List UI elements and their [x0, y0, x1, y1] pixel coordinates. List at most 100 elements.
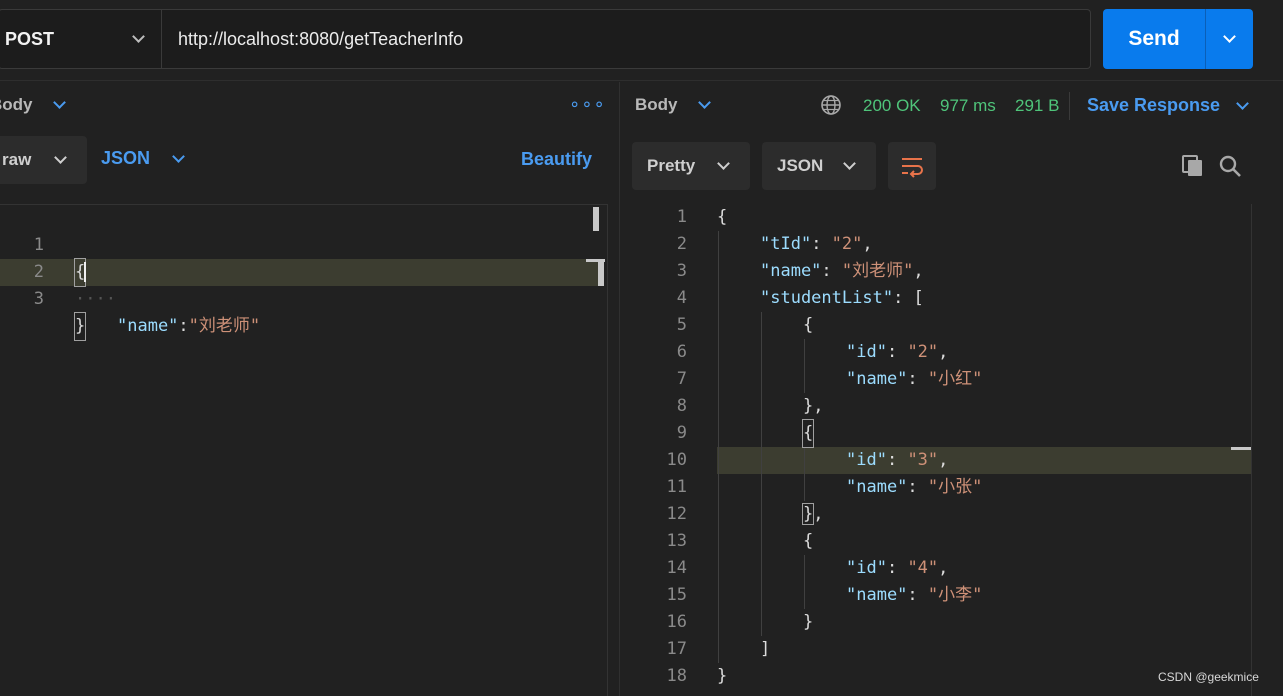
chevron-down-icon: [54, 151, 67, 164]
chevron-down-icon: [697, 96, 711, 109]
search-icon[interactable]: [1218, 154, 1242, 178]
line-number: 3: [676, 261, 687, 281]
send-button-group: Send: [1103, 9, 1253, 69]
line-number: 17: [666, 639, 687, 659]
json-bracket: ]: [760, 639, 771, 659]
save-response-button[interactable]: Save Response: [1087, 95, 1249, 116]
code-text: "name": "小张": [846, 477, 983, 497]
line-number: 11: [666, 477, 687, 497]
indent-guide: [718, 231, 719, 663]
body-mode-select[interactable]: raw: [0, 136, 87, 184]
viewer-scrollbar-track[interactable]: [1251, 204, 1252, 696]
response-pane: Body 200 OK 977 ms 291 B Save Response P…: [621, 82, 1283, 696]
wrap-lines-button[interactable]: [888, 142, 936, 190]
whitespace-marker: ····: [75, 289, 116, 309]
beautify-button[interactable]: Beautify: [521, 149, 592, 170]
line-number: 18: [666, 666, 687, 686]
current-line-highlight: [717, 447, 1252, 474]
wrap-lines-icon: [902, 158, 923, 178]
code-text: "name": "小李": [846, 585, 983, 605]
divider: [1069, 92, 1070, 120]
response-body-viewer[interactable]: 1 { 2 "tId": "2", 3 "name": "刘老师", 4 "studen…: [621, 204, 1252, 696]
editor-scrollbar-track[interactable]: [607, 205, 608, 696]
line-number: 14: [666, 558, 687, 578]
json-brace: },: [801, 503, 824, 525]
send-options-button[interactable]: [1206, 30, 1253, 43]
save-response-label: Save Response: [1087, 95, 1221, 115]
json-brace: {: [717, 207, 728, 227]
indent-guide: [761, 312, 762, 636]
line-number: 1: [676, 207, 687, 227]
chevron-down-icon: [1236, 96, 1249, 110]
more-dots-icon[interactable]: ∘∘∘: [569, 94, 606, 115]
response-language-select[interactable]: JSON: [762, 142, 876, 190]
indent-guide: [804, 339, 805, 393]
chevron-down-icon: [717, 157, 730, 170]
tab-body-label: Body: [0, 95, 33, 114]
json-brace: {: [801, 419, 815, 448]
code-text: "id": "3",: [846, 450, 949, 470]
chevron-down-icon: [132, 30, 145, 43]
line-number: 16: [666, 612, 687, 632]
tab-body[interactable]: Body: [0, 95, 66, 115]
code-line: 3 }: [0, 259, 600, 341]
code-text: "tId": "2",: [760, 234, 873, 254]
json-key: "name": [117, 316, 179, 336]
code-text: "studentList": [: [760, 288, 924, 308]
request-bar: POST http://localhost:8080/getTeacherInf…: [0, 0, 1283, 81]
line-number: 15: [666, 585, 687, 605]
json-brace: {: [803, 315, 814, 335]
chevron-down-icon: [172, 149, 185, 163]
scrollbar-thumb[interactable]: [593, 207, 599, 231]
line-number: 9: [676, 423, 687, 443]
line-number: 4: [676, 288, 687, 308]
copy-icon[interactable]: [1181, 154, 1205, 178]
line-number: 10: [666, 450, 687, 470]
indent-guide: [804, 555, 805, 609]
code-text: "name": "小红": [846, 369, 983, 389]
request-body-editor[interactable]: 1 { 2 ···· "name":"刘老师" 3 }: [0, 205, 607, 696]
line-number: 7: [676, 369, 687, 389]
response-size[interactable]: 291 B: [1015, 96, 1059, 116]
line-number: 3: [33, 289, 44, 309]
line-number: 8: [676, 396, 687, 416]
line-number: 5: [676, 315, 687, 335]
method-select[interactable]: POST: [0, 10, 162, 68]
view-mode-select[interactable]: Pretty: [632, 142, 750, 190]
line-number: 13: [666, 531, 687, 551]
globe-icon[interactable]: [820, 94, 842, 116]
chevron-down-icon: [52, 96, 66, 109]
code-text: "name": "刘老师",: [760, 261, 924, 281]
code-text: "name":"刘老师": [117, 313, 260, 340]
url-input[interactable]: http://localhost:8080/getTeacherInfo: [162, 29, 463, 50]
tab-response-body-label: Body: [635, 95, 678, 114]
json-brace: {: [803, 531, 814, 551]
json-brace: }: [803, 612, 814, 632]
watermark: CSDN @geekmice: [1158, 670, 1259, 684]
code-line: 1 {: [0, 205, 600, 287]
json-brace: },: [803, 396, 824, 416]
scrollbar-thumb-lower[interactable]: [598, 259, 604, 286]
tab-response-body[interactable]: Body: [635, 95, 711, 115]
chevron-down-icon: [1223, 30, 1236, 43]
view-mode-label: Pretty: [647, 156, 696, 175]
chevron-down-icon: [843, 157, 856, 170]
status-code[interactable]: 200 OK: [863, 96, 921, 116]
json-colon: :: [178, 316, 189, 336]
url-bar: POST http://localhost:8080/getTeacherInf…: [0, 9, 1091, 69]
send-button[interactable]: Send: [1103, 27, 1205, 51]
line-number: 2: [676, 234, 687, 254]
code-line: 2 ···· "name":"刘老师": [0, 232, 600, 336]
scrollbar-marker: [1231, 447, 1251, 450]
code-text: "id": "2",: [846, 342, 949, 362]
line-number: 12: [666, 504, 687, 524]
language-select[interactable]: JSON: [101, 148, 185, 169]
json-value: "刘老师": [188, 316, 261, 336]
indent-guide: [804, 447, 805, 501]
request-body-pane: Body ∘∘∘ raw JSON Beautify 1 { 2 ···· "n…: [0, 82, 620, 696]
text-cursor: [84, 262, 86, 282]
response-time[interactable]: 977 ms: [940, 96, 996, 116]
code-text: "id": "4",: [846, 558, 949, 578]
json-brace: }: [717, 666, 728, 686]
code-text: }: [73, 312, 87, 341]
